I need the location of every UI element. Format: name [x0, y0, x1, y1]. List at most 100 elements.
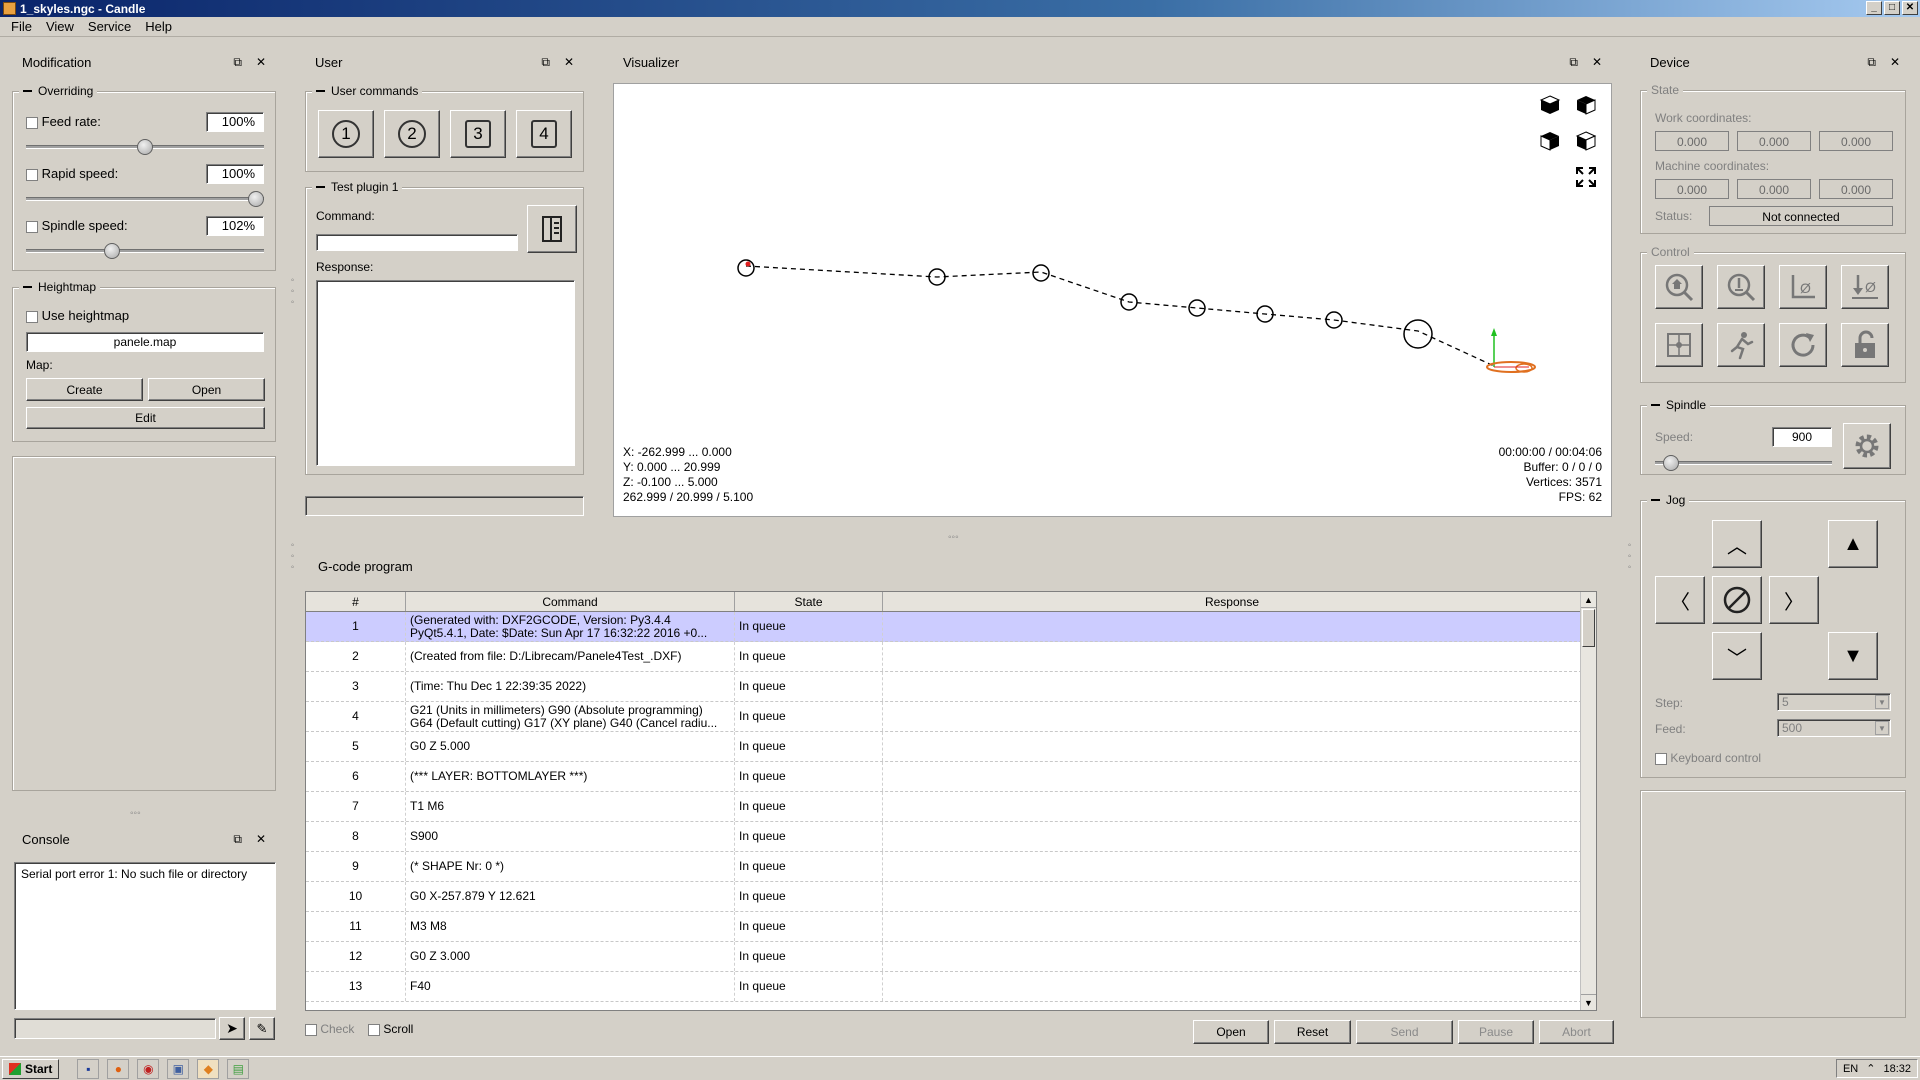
table-scrollbar[interactable]: ▲ ▼: [1580, 592, 1596, 1010]
table-row[interactable]: 11 M3 M8 In queue: [306, 912, 1582, 942]
table-row[interactable]: 9 (* SHAPE Nr: 0 *) In queue: [306, 852, 1582, 882]
heightmap-file-input[interactable]: panele.map: [26, 332, 264, 352]
jog-y-minus-button[interactable]: ﹀: [1712, 632, 1762, 680]
table-row[interactable]: 12 G0 Z 3.000 In queue: [306, 942, 1582, 972]
feed-rate-slider[interactable]: [137, 139, 153, 155]
table-row[interactable]: 6 (*** LAYER: BOTTOMLAYER ***) In queue: [306, 762, 1582, 792]
jog-x-minus-button[interactable]: 〈: [1655, 576, 1705, 624]
pause-button[interactable]: Pause: [1458, 1020, 1534, 1044]
candle-taskbar-icon[interactable]: ◆: [197, 1058, 220, 1079]
start-button[interactable]: Start: [2, 1058, 60, 1079]
unlock-button[interactable]: [1841, 323, 1889, 367]
close-icon[interactable]: ✕: [1592, 55, 1602, 70]
rapid-speed-slider[interactable]: [248, 191, 264, 207]
user-command-4-button[interactable]: 4: [516, 110, 572, 158]
create-map-button[interactable]: Create: [26, 378, 143, 401]
tray-expand-icon[interactable]: ⌃: [1866, 1062, 1875, 1075]
command-cell[interactable]: (*** LAYER: BOTTOMLAYER ***): [406, 762, 735, 791]
abort-button[interactable]: Abort: [1539, 1020, 1614, 1044]
splitter-handle[interactable]: ◦◦◦: [948, 532, 959, 543]
user-command-2-button[interactable]: 2: [384, 110, 440, 158]
console-output[interactable]: Serial port error 1: No such file or dir…: [14, 862, 276, 1010]
table-row[interactable]: 3 (Time: Thu Dec 1 22:39:35 2022) In queue: [306, 672, 1582, 702]
gcode-table[interactable]: # Command State Response 1 (Generated wit…: [305, 591, 1597, 1011]
feed-rate-checkbox[interactable]: [26, 116, 38, 129]
scroll-up-icon[interactable]: ▲: [1581, 592, 1596, 608]
float-icon[interactable]: ⧉: [233, 55, 242, 70]
notepad-icon[interactable]: ▤: [227, 1058, 250, 1079]
command-cell[interactable]: G0 X-257.879 Y 12.621: [406, 882, 735, 911]
close-icon[interactable]: ✕: [564, 55, 574, 70]
splitter-handle[interactable]: ◦◦◦: [287, 540, 298, 573]
table-row[interactable]: 4 G21 (Units in millimeters) G90 (Absolut…: [306, 702, 1582, 732]
send-icon[interactable]: ➤: [219, 1017, 245, 1040]
view-top-button[interactable]: [1575, 94, 1597, 116]
column-header-number[interactable]: #: [306, 592, 406, 611]
scroll-thumb[interactable]: [1582, 609, 1595, 647]
zero-z-button[interactable]: Ø: [1841, 265, 1889, 309]
close-icon[interactable]: ✕: [1890, 55, 1900, 70]
jog-z-minus-button[interactable]: ▼: [1828, 632, 1878, 680]
command-cell[interactable]: G0 Z 5.000: [406, 732, 735, 761]
float-icon[interactable]: ⧉: [1867, 55, 1876, 70]
column-header-command[interactable]: Command: [406, 592, 735, 611]
zprobe-button[interactable]: [1717, 265, 1765, 309]
chevron-down-icon[interactable]: ▼: [1875, 721, 1889, 735]
scroll-down-icon[interactable]: ▼: [1581, 994, 1596, 1010]
command-cell[interactable]: (* SHAPE Nr: 0 *): [406, 852, 735, 881]
send-button[interactable]: Send: [1356, 1020, 1453, 1044]
restore-origin-button[interactable]: [1655, 323, 1703, 367]
spindle-speed-checkbox[interactable]: [26, 220, 38, 233]
menu-file[interactable]: File: [4, 19, 39, 34]
open-file-button[interactable]: Open: [1193, 1020, 1269, 1044]
scroll-checkbox[interactable]: [368, 1023, 380, 1036]
feed-rate-input[interactable]: 100%: [206, 112, 264, 132]
safe-position-button[interactable]: [1717, 323, 1765, 367]
user-command-1-button[interactable]: 1: [318, 110, 374, 158]
spindle-speed-input[interactable]: 900: [1772, 427, 1832, 447]
table-row[interactable]: 1 (Generated with: DXF2GCODE, Version: Py…: [306, 612, 1582, 642]
column-header-response[interactable]: Response: [883, 592, 1582, 611]
clock[interactable]: 18:32: [1883, 1063, 1911, 1075]
float-icon[interactable]: ⧉: [1569, 55, 1578, 70]
command-cell[interactable]: S900: [406, 822, 735, 851]
console-command-input[interactable]: [14, 1018, 216, 1039]
rapid-speed-input[interactable]: 100%: [206, 164, 264, 184]
splitter-handle[interactable]: ◦◦◦: [130, 808, 141, 819]
command-cell[interactable]: (Created from file: D:/Librecam/Panele4T…: [406, 642, 735, 671]
explorer-icon[interactable]: ▣: [167, 1058, 190, 1079]
menu-help[interactable]: Help: [138, 19, 179, 34]
plugin-response-output[interactable]: [316, 280, 575, 466]
command-cell[interactable]: (Time: Thu Dec 1 22:39:35 2022): [406, 672, 735, 701]
home-button[interactable]: [1655, 265, 1703, 309]
view-left-button[interactable]: [1575, 130, 1597, 152]
minimize-button[interactable]: _: [1866, 1, 1882, 15]
table-row[interactable]: 8 S900 In queue: [306, 822, 1582, 852]
fit-view-button[interactable]: [1575, 166, 1597, 188]
command-cell[interactable]: M3 M8: [406, 912, 735, 941]
user-command-3-button[interactable]: 3: [450, 110, 506, 158]
spindle-toggle-button[interactable]: [1843, 423, 1891, 469]
table-row[interactable]: 2 (Created from file: D:/Librecam/Panele4…: [306, 642, 1582, 672]
edit-map-button[interactable]: Edit: [26, 407, 265, 429]
soft-reset-button[interactable]: [1779, 323, 1827, 367]
splitter-handle[interactable]: ◦◦◦: [1624, 540, 1635, 573]
plugin-command-input[interactable]: [316, 234, 518, 251]
jog-step-select[interactable]: 5 ▼: [1777, 693, 1891, 711]
menu-service[interactable]: Service: [81, 19, 138, 34]
view-front-button[interactable]: [1539, 130, 1561, 152]
jog-stop-button[interactable]: [1712, 576, 1762, 624]
table-row[interactable]: 13 F40 In queue: [306, 972, 1582, 1002]
save-icon[interactable]: ▪: [77, 1058, 100, 1079]
clear-icon[interactable]: ✎: [249, 1017, 275, 1040]
spindle-speed-slider[interactable]: [103, 243, 120, 259]
plugin-send-button[interactable]: [527, 205, 577, 253]
firefox-icon[interactable]: ●: [107, 1058, 130, 1079]
jog-z-plus-button[interactable]: ▲: [1828, 520, 1878, 568]
visualizer-canvas[interactable]: X: -262.999 ... 0.000 Y: 0.000 ... 20.99…: [613, 83, 1612, 517]
command-cell[interactable]: G0 Z 3.000: [406, 942, 735, 971]
command-cell[interactable]: T1 M6: [406, 792, 735, 821]
spindle-speed-input[interactable]: 102%: [206, 216, 264, 236]
float-icon[interactable]: ⧉: [541, 55, 550, 70]
float-icon[interactable]: ⧉: [233, 832, 242, 847]
